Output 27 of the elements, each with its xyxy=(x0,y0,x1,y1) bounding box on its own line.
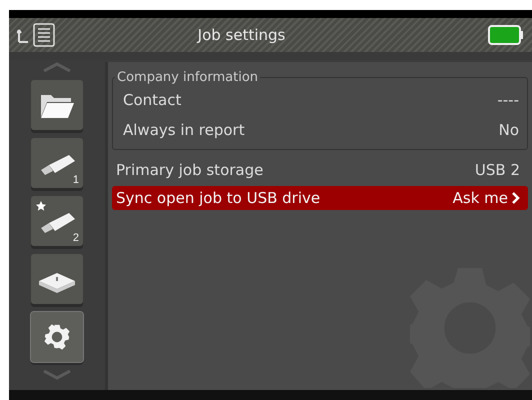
setting-label: Always in report xyxy=(123,121,245,139)
drive-number: 2 xyxy=(72,232,79,244)
setting-row[interactable]: Always in report No xyxy=(119,115,527,145)
setting-row[interactable]: Primary job storage USB 2 xyxy=(112,158,528,182)
setting-value: Ask me xyxy=(452,189,508,207)
list-icon[interactable] xyxy=(33,23,55,47)
sidebar-button[interactable] xyxy=(31,254,83,304)
setting-value: ---- xyxy=(497,91,519,109)
star-icon xyxy=(36,201,46,211)
setting-label: Primary job storage xyxy=(116,161,264,179)
settings-icon xyxy=(44,324,70,350)
setting-row[interactable]: Sync open job to USB drive Ask me xyxy=(112,186,528,210)
setting-label: Contact xyxy=(123,91,182,109)
sidebar-button[interactable]: 1 xyxy=(31,138,83,188)
window-title: Job settings xyxy=(196,26,286,44)
sidebar-button[interactable]: 2 xyxy=(31,196,83,246)
setting-label: Sync open job to USB drive xyxy=(116,189,320,207)
battery-icon xyxy=(488,25,524,45)
setting-value: USB 2 xyxy=(474,161,520,179)
chevron-right-icon xyxy=(512,192,520,204)
sidebar-button[interactable] xyxy=(31,312,83,362)
setting-row[interactable]: Contact ---- xyxy=(119,85,527,115)
group-title: Company information xyxy=(116,70,260,85)
setting-value: No xyxy=(498,121,519,139)
drive-number: 1 xyxy=(72,174,79,186)
sidebar-button[interactable] xyxy=(31,80,83,130)
up-arrow-icon[interactable] xyxy=(17,27,29,43)
